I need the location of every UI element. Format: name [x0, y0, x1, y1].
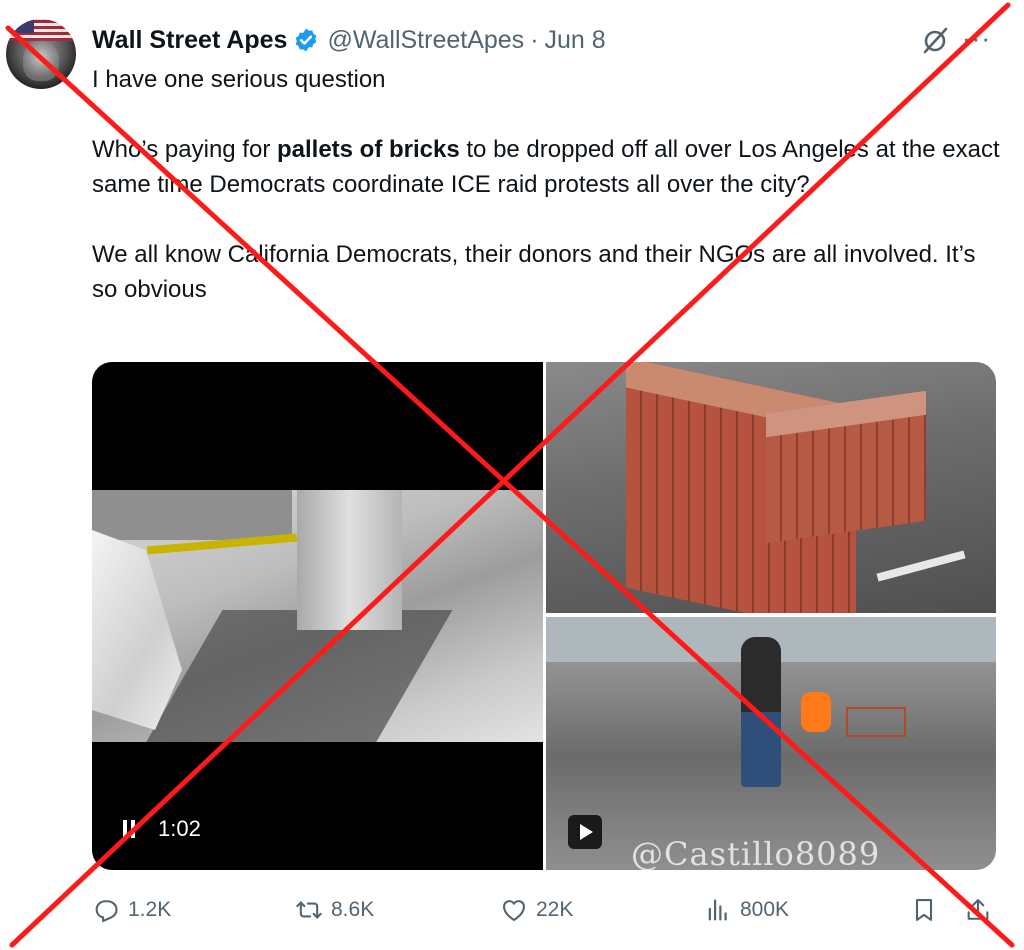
bookmark-icon	[915, 899, 933, 921]
video-time: 1:02	[158, 816, 201, 841]
photo-pallet-stack-2	[766, 390, 926, 544]
action-bar: 1.2K 8.6K 22K 800K	[92, 892, 1002, 928]
street-person	[741, 637, 781, 787]
frame-ledge	[92, 490, 292, 540]
video-player[interactable]: 1:02	[92, 362, 543, 870]
tweet-paragraph-2: Who’s paying for pallets of bricks to be…	[92, 132, 1002, 202]
frame-tarp	[92, 530, 182, 730]
grok-icon[interactable]	[920, 26, 950, 56]
views-icon	[708, 899, 727, 921]
repost-count: 8.6K	[331, 898, 375, 921]
photo-road-line	[876, 550, 966, 582]
street-worker	[801, 692, 831, 732]
video-frame	[92, 490, 543, 742]
like-count: 22K	[536, 898, 574, 921]
tweet-text: I have one serious question Who’s paying…	[92, 62, 1002, 307]
views-count: 800K	[740, 898, 790, 921]
verified-badge-icon[interactable]	[293, 27, 319, 53]
tweet-date[interactable]: Jun 8	[545, 26, 606, 55]
reply-button[interactable]: 1.2K	[92, 892, 171, 928]
repost-icon	[296, 901, 322, 919]
video-controls: 1:02	[122, 816, 201, 842]
tweet-paragraph-3: We all know California Democrats, their …	[92, 241, 976, 303]
like-icon	[503, 900, 525, 921]
tweet-paragraph-2-start: Who’s paying for	[92, 136, 277, 163]
media-grid: 1:02 @Castillo8089	[92, 362, 996, 870]
share-button[interactable]	[964, 892, 1000, 928]
video-watermark: @Castillo8089	[631, 835, 881, 870]
avatar-ape-face	[23, 41, 59, 81]
more-icon[interactable]: ···	[962, 22, 991, 54]
video-street-bricks[interactable]: @Castillo8089	[546, 617, 996, 870]
pause-icon[interactable]	[122, 820, 136, 838]
tweet-header: Wall Street Apes @WallStreetApes · Jun 8	[92, 24, 606, 56]
share-icon	[967, 899, 989, 920]
author-display-name[interactable]: Wall Street Apes	[92, 26, 287, 55]
bookmark-button[interactable]	[910, 892, 946, 928]
play-icon[interactable]	[568, 815, 602, 849]
avatar-flag-canton	[6, 19, 34, 33]
reply-count: 1.2K	[128, 898, 172, 921]
street-cart	[846, 707, 906, 737]
like-button[interactable]: 22K	[500, 892, 573, 928]
repost-button[interactable]: 8.6K	[295, 892, 374, 928]
tweet-bold-phrase: pallets of bricks	[276, 136, 460, 163]
tweet-line-1: I have one serious question	[92, 66, 386, 93]
views-button[interactable]: 800K	[704, 892, 789, 928]
author-handle[interactable]: @WallStreetApes	[327, 26, 524, 55]
photo-brick-pallets[interactable]	[546, 362, 996, 613]
reply-icon	[95, 900, 118, 923]
header-separator: ·	[530, 25, 539, 54]
frame-pallet	[297, 490, 402, 630]
author-avatar[interactable]	[6, 19, 76, 89]
